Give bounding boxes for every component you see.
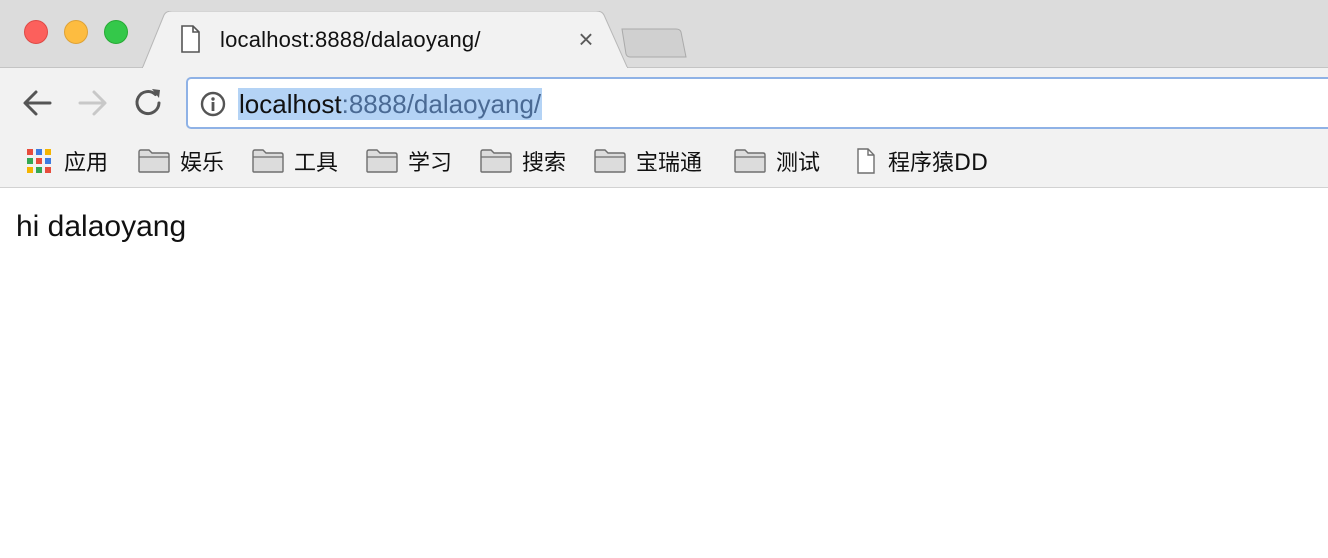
apps-grid-icon — [26, 148, 52, 174]
arrow-left-icon[interactable] — [20, 86, 54, 120]
bookmark-folder[interactable]: 宝瑞通 — [594, 146, 702, 176]
folder-icon — [594, 149, 626, 173]
tab-strip: localhost:8888/dalaoyang/ × — [0, 0, 1328, 69]
url-host: localhost — [239, 89, 342, 119]
window-minimize-button[interactable] — [64, 20, 88, 44]
bookmark-label: 宝瑞通 — [636, 151, 703, 176]
address-bar[interactable]: localhost:8888/dalaoyang/ — [186, 77, 1328, 129]
tab-close-icon[interactable]: × — [572, 25, 600, 53]
folder-icon — [138, 149, 170, 173]
browser-window: localhost:8888/dalaoyang/ × localhost:88… — [0, 0, 1328, 558]
bookmark-folder[interactable]: 学习 — [366, 146, 452, 176]
bookmark-folder[interactable]: 工具 — [252, 146, 338, 176]
bookmark-folder[interactable]: 搜索 — [480, 146, 566, 176]
arrow-right-icon[interactable] — [76, 86, 110, 120]
tab-title: localhost:8888/dalaoyang/ — [220, 27, 481, 52]
bookmark-folder[interactable]: 娱乐 — [138, 146, 224, 176]
window-maximize-button[interactable] — [104, 20, 128, 44]
url-text[interactable]: localhost:8888/dalaoyang/ — [238, 88, 543, 120]
bookmark-label: 搜索 — [522, 151, 567, 176]
bookmark-label: 学习 — [408, 151, 453, 176]
info-icon[interactable] — [200, 91, 226, 117]
window-close-button[interactable] — [24, 20, 48, 44]
page-content: hi dalaoyang — [0, 188, 1328, 558]
new-tab-button[interactable] — [620, 27, 688, 59]
folder-icon — [734, 149, 766, 173]
document-icon — [181, 25, 200, 53]
toolbar: localhost:8888/dalaoyang/ — [0, 68, 1328, 138]
bookmark-label: 工具 — [294, 151, 339, 176]
bookmark-label: 程序猿DD — [888, 151, 988, 176]
folder-icon — [366, 149, 398, 173]
bookmark-page[interactable]: 程序猿DD — [856, 146, 988, 176]
bookmarks-bar: 应用 娱乐 工具 学习 搜索 宝瑞通 测试 程序猿DD — [0, 138, 1328, 188]
bookmark-apps[interactable]: 应用 — [26, 146, 108, 176]
url-path: :8888/dalaoyang/ — [341, 89, 542, 119]
bookmark-label: 测试 — [776, 151, 821, 176]
page-body-text: hi dalaoyang — [16, 210, 187, 243]
folder-icon — [252, 149, 284, 173]
page-icon — [857, 148, 875, 174]
tab-active[interactable]: localhost:8888/dalaoyang/ × — [142, 11, 632, 69]
reload-icon[interactable] — [132, 86, 166, 120]
folder-icon — [480, 149, 512, 173]
bookmark-folder[interactable]: 测试 — [734, 146, 820, 176]
bookmark-label: 娱乐 — [180, 151, 225, 176]
bookmark-label: 应用 — [64, 151, 109, 176]
